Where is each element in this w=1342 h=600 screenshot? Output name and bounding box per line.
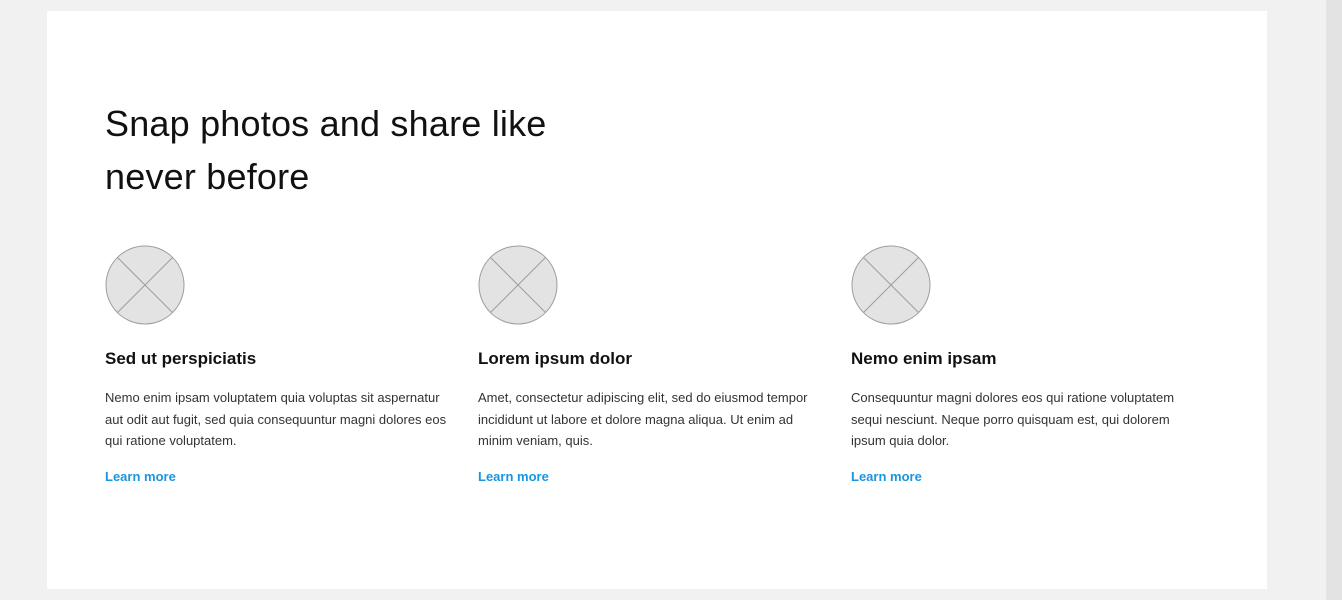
feature-description: Consequuntur magni dolores eos qui ratio… [851, 390, 1175, 448]
page: Snap photos and share like never before … [0, 0, 1342, 600]
learn-more-link[interactable]: Learn more [105, 469, 176, 484]
feature-title: Sed ut perspiciatis [105, 349, 257, 368]
section-headline: Snap photos and share like never before [105, 103, 547, 197]
feature-title: Lorem ipsum dolor [478, 349, 632, 368]
vertical-scrollbar[interactable] [1326, 0, 1342, 600]
image-placeholder-icon [478, 245, 558, 325]
learn-more-link[interactable]: Learn more [851, 469, 922, 484]
feature-description: Amet, consectetur adipiscing elit, sed d… [478, 390, 808, 448]
feature-card: Nemo enim ipsam Consequuntur magni dolor… [851, 245, 1203, 486]
feature-description: Nemo enim ipsam voluptatem quia voluptas… [105, 390, 447, 448]
features-section: Snap photos and share like never before … [47, 11, 1267, 589]
learn-more-link[interactable]: Learn more [478, 469, 549, 484]
image-placeholder-icon [105, 245, 185, 325]
image-placeholder-icon [851, 245, 931, 325]
feature-title: Nemo enim ipsam [851, 349, 997, 368]
feature-card: Lorem ipsum dolor Amet, consectetur adip… [478, 245, 830, 486]
feature-card: Sed ut perspiciatis Nemo enim ipsam volu… [105, 245, 457, 486]
